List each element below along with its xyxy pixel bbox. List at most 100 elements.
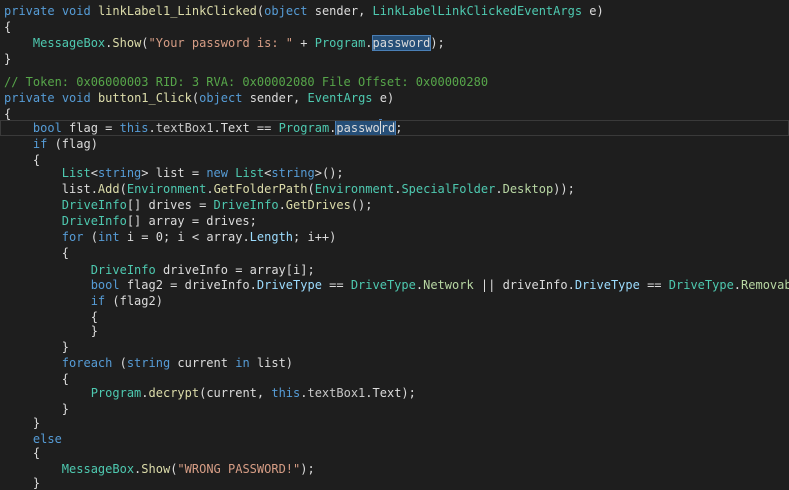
code-token: Text — [220, 121, 250, 135]
code-line[interactable]: { — [4, 445, 40, 461]
code-line[interactable]: } — [4, 415, 40, 431]
code-token: (flag2) — [105, 294, 163, 308]
code-token: current — [170, 356, 236, 370]
code-token: ); — [401, 386, 416, 400]
code-line[interactable]: DriveInfo[] array = drives; — [4, 213, 257, 229]
code-line[interactable]: MessageBox. Show("Your password is: " + P… — [4, 35, 445, 51]
code-token: )); — [553, 182, 575, 196]
code-line[interactable]: private void button1_Click(object sender… — [4, 90, 394, 106]
code-token: if — [90, 294, 106, 308]
code-token: (current, — [199, 386, 272, 400]
code-line[interactable]: DriveInfo[] drives = DriveInfo.GetDrives… — [4, 197, 373, 213]
code-token: DriveType — [668, 278, 734, 292]
code-token: . — [733, 278, 742, 292]
code-token: e) — [372, 91, 395, 105]
code-token: list. — [4, 182, 98, 196]
code-line[interactable]: Program.decrypt(current, this.textBox1.T… — [4, 385, 416, 401]
code-line[interactable]: } — [4, 339, 69, 355]
code-token: object — [199, 91, 243, 105]
code-line[interactable]: MessageBox.Show("WRONG PASSWORD!"); — [4, 461, 315, 477]
code-token: > list = — [141, 166, 207, 180]
code-line[interactable]: if (flag2) — [4, 293, 163, 309]
code-token: { — [4, 446, 41, 460]
code-token: Show — [141, 462, 171, 476]
code-token: list) — [249, 356, 294, 370]
code-line[interactable]: { — [4, 245, 69, 261]
code-line-current[interactable]: bool flag = this.textBox1.Text == Progra… — [0, 120, 789, 136]
code-line[interactable]: { — [4, 19, 11, 35]
highlighted-reference-with-caret: password — [335, 120, 397, 136]
code-line[interactable]: foreach (string current in list) — [4, 355, 293, 371]
code-token: ); — [300, 462, 315, 476]
code-line[interactable]: for (int i = 0; i < array.Length; i++) — [4, 229, 337, 245]
code-token: ; — [395, 121, 403, 135]
code-line[interactable]: if (flag) — [4, 136, 98, 152]
code-token: else — [32, 432, 62, 446]
code-token: Program — [278, 121, 330, 135]
code-line[interactable]: List<string> list = new List<string>(); — [4, 165, 344, 181]
code-token: new — [206, 166, 229, 180]
code-token: DriveInfo — [61, 198, 127, 212]
code-token: LinkLabelLinkClickedEventArgs — [372, 4, 583, 18]
code-token: decrypt — [148, 386, 200, 400]
code-token: ( — [83, 230, 98, 244]
code-token: { — [4, 310, 98, 324]
code-token: Network — [423, 278, 474, 292]
code-token: ); — [430, 36, 445, 50]
code-token: ( — [307, 182, 315, 196]
code-token: [] drives = — [126, 198, 214, 212]
code-token: DriveType — [350, 278, 416, 292]
code-token: [] array = drives; — [126, 214, 257, 228]
code-line[interactable]: DriveInfo driveInfo = array[i]; — [4, 262, 315, 278]
code-token: List — [61, 166, 91, 180]
code-line[interactable]: private void linkLabel1_LinkClicked(obje… — [4, 3, 604, 19]
code-token: . — [365, 36, 373, 50]
code-token: (); — [350, 198, 373, 212]
code-line[interactable]: bool flag2 = driveInfo.DriveType == Driv… — [4, 277, 789, 293]
code-token: i = 0; i < array. — [119, 230, 250, 244]
code-token: { — [4, 372, 70, 386]
code-line[interactable]: // Token: 0x06000003 RID: 3 RVA: 0x00002… — [4, 74, 488, 90]
code-token: textBox1 — [307, 386, 366, 400]
code-token: MessageBox — [61, 462, 135, 476]
code-token: } — [4, 476, 41, 490]
highlighted-reference: password — [371, 35, 432, 51]
code-token: driveInfo = array[i]; — [155, 263, 315, 277]
code-token: } — [4, 416, 41, 430]
code-line[interactable]: } — [4, 51, 11, 67]
code-token: Length — [249, 230, 294, 244]
code-token: ; i++) — [293, 230, 337, 244]
code-token: bool — [90, 278, 120, 292]
code-token: GetDrives — [285, 198, 351, 212]
code-token: DriveType — [256, 278, 322, 292]
code-token: DriveType — [574, 278, 640, 292]
code-token: List — [235, 166, 265, 180]
code-token: flag = — [61, 121, 120, 135]
code-editor[interactable]: private void linkLabel1_LinkClicked (obje… — [0, 0, 789, 490]
code-token: linkLabel1_LinkClicked — [97, 4, 257, 18]
code-token: for — [61, 230, 84, 244]
code-token: || driveInfo. — [473, 278, 575, 292]
code-token: >(); — [314, 166, 344, 180]
code-token: { — [4, 246, 70, 260]
code-token: . — [365, 386, 373, 400]
code-token: } — [4, 52, 12, 66]
code-token: string — [126, 356, 171, 370]
code-line[interactable]: } — [4, 475, 40, 490]
code-token: string — [97, 166, 142, 180]
code-token: string — [271, 166, 315, 180]
code-line[interactable]: list.Add(Environment.GetFolderPath(Envir… — [4, 181, 575, 197]
code-token: Removable — [741, 278, 789, 292]
code-line[interactable]: } — [4, 323, 98, 339]
code-token: SpecialFolder — [401, 182, 496, 196]
code-token: EventArgs — [307, 91, 373, 105]
